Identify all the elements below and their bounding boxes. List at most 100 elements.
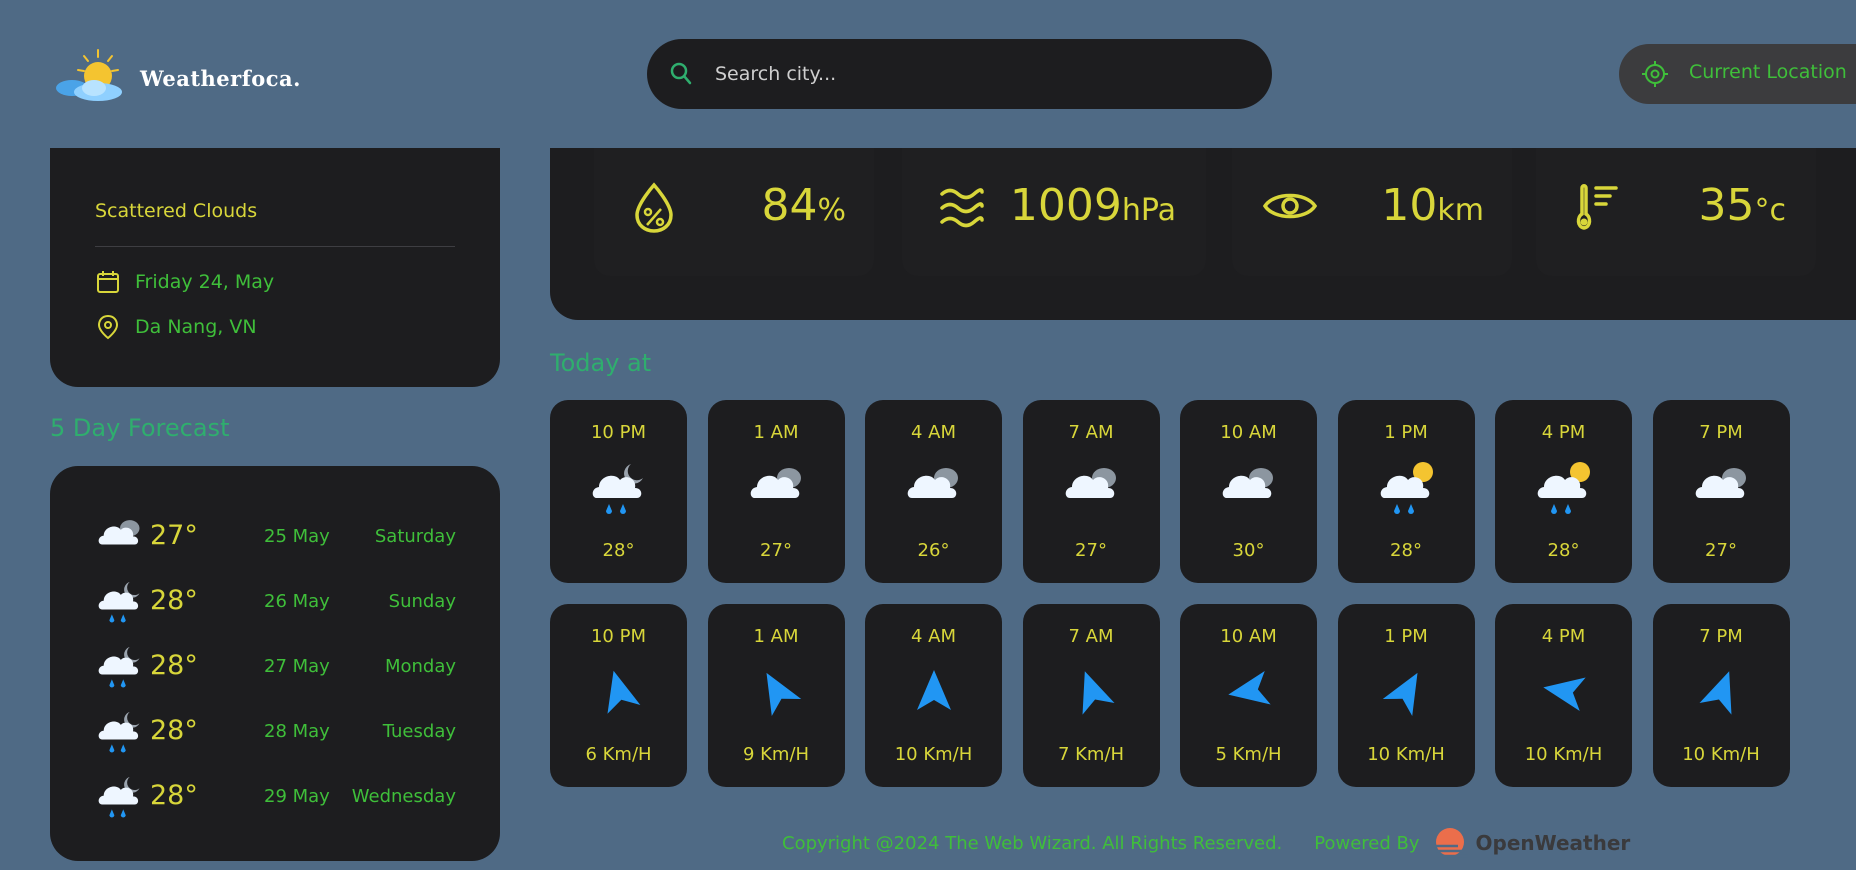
- hour-time: 7 PM: [1699, 626, 1743, 647]
- hour-temp: 27°: [1075, 540, 1107, 561]
- forecast-date: 29 May: [264, 786, 330, 807]
- hourly-wind-card[interactable]: 7 PM 10 Km/H: [1652, 604, 1790, 787]
- hour-time: 7 AM: [1068, 626, 1114, 647]
- hour-time: 1 PM: [1384, 626, 1428, 647]
- feels-like-value: 35°c: [1698, 180, 1787, 231]
- hourly-wind-card[interactable]: 1 AM 9 Km/H: [707, 604, 845, 787]
- eye-icon: [1262, 193, 1318, 219]
- forecast-day: Saturday: [374, 526, 456, 547]
- day-rain-icon: [1380, 462, 1433, 514]
- hour-temp: 28°: [1547, 540, 1580, 561]
- forecast-row: 28° 28 May Tuesday: [94, 707, 456, 757]
- forecast-card: 27° 25 May Saturday 28° 26 May Sunday 28° 27 Ma…: [50, 466, 500, 861]
- cloudy-icon: [1695, 468, 1746, 498]
- hour-temp: 26°: [917, 540, 950, 561]
- humidity-value: 84%: [761, 180, 846, 231]
- hourly-temp-card[interactable]: 10 PM 28°: [550, 400, 687, 583]
- hourly-wind-card[interactable]: 7 AM 7 Km/H: [1022, 604, 1160, 787]
- search-bar[interactable]: [647, 39, 1272, 109]
- hour-time: 1 AM: [753, 626, 799, 647]
- hourly-temp-card[interactable]: 4 AM 26°: [865, 400, 1002, 583]
- hour-temp: 28°: [1390, 540, 1422, 561]
- footer: Copyright @2024 The Web Wizard. All Righ…: [782, 828, 1630, 858]
- hour-time: 4 PM: [1541, 626, 1586, 647]
- forecast-day: Monday: [384, 656, 456, 677]
- hourly-wind-card[interactable]: 10 AM 5 Km/H: [1180, 604, 1317, 787]
- pressure-value: 1009hPa: [1009, 180, 1176, 231]
- wind-direction-icon: [766, 672, 801, 716]
- night-rain-icon: [98, 646, 140, 688]
- hourly-temp-card[interactable]: 7 PM 27°: [1652, 400, 1790, 583]
- wind-direction-icon: [1543, 677, 1586, 712]
- hour-time: 4 AM: [910, 626, 957, 647]
- hour-temp: 30°: [1232, 540, 1265, 561]
- provider-name[interactable]: OpenWeather: [1476, 831, 1631, 855]
- current-location-button[interactable]: Current Location: [1619, 44, 1856, 104]
- night-rain-icon: [98, 776, 140, 818]
- weather-condition: Scattered Clouds: [95, 200, 258, 222]
- forecast-day: Sunday: [388, 591, 456, 612]
- current-weather-card: Scattered Clouds Friday 24, May Da Nang,…: [50, 120, 500, 387]
- hour-time: 10 PM: [590, 422, 646, 443]
- wind-direction-icon: [1228, 670, 1271, 705]
- pressure-waves-icon: [940, 188, 984, 228]
- hourly-temp-card[interactable]: 1 AM 27°: [707, 400, 845, 583]
- thermometer-icon: [1576, 184, 1618, 230]
- hour-time: 10 AM: [1220, 422, 1277, 443]
- sun-cloud-logo-icon: [56, 49, 122, 101]
- wind-speed: 5 Km/H: [1215, 744, 1282, 765]
- day-rain-icon: [1537, 462, 1590, 514]
- highlights-panel: 84% 1009hPa 10km 35°c: [550, 120, 1856, 320]
- openweather-logo-icon[interactable]: [1428, 826, 1472, 860]
- hour-time: 1 AM: [753, 422, 799, 443]
- hourly-wind-card[interactable]: 10 PM 6 Km/H: [550, 604, 687, 787]
- cloudy-icon: [98, 520, 140, 545]
- current-location: Da Nang, VN: [135, 316, 257, 338]
- forecast-row: 28° 27 May Monday: [94, 642, 456, 692]
- wind-speed: 10 Km/H: [894, 744, 973, 765]
- crosshair-icon: [1642, 61, 1668, 87]
- divider: [95, 246, 455, 247]
- wind-direction-icon: [1699, 671, 1731, 715]
- forecast-temp: 27°: [150, 520, 198, 551]
- hourly-wind-card[interactable]: 1 PM 10 Km/H: [1337, 604, 1475, 787]
- night-rain-icon: [98, 581, 140, 623]
- hourly-wind-card[interactable]: 4 AM 10 Km/H: [865, 604, 1002, 787]
- forecast-date: 25 May: [264, 526, 330, 547]
- wind-direction-icon: [1382, 672, 1417, 716]
- logo-text: Weatherfoca.: [140, 66, 301, 91]
- hour-time: 10 PM: [590, 626, 646, 647]
- calendar-icon: [97, 271, 119, 293]
- logo[interactable]: Weatherfoca.: [54, 48, 304, 104]
- wind-speed: 10 Km/H: [1524, 744, 1603, 765]
- hourly-wind-card[interactable]: 4 PM 10 Km/H: [1495, 604, 1632, 787]
- forecast-row: 28° 26 May Sunday: [94, 577, 456, 627]
- hour-time: 4 AM: [910, 422, 957, 443]
- location-row: Da Nang, VN: [95, 312, 257, 342]
- hour-temp: 27°: [1705, 540, 1737, 561]
- hour-temp: 28°: [602, 540, 635, 561]
- current-location-label: Current Location: [1689, 61, 1847, 83]
- hour-time: 1 PM: [1384, 422, 1428, 443]
- search-input[interactable]: [715, 39, 1245, 109]
- forecast-date: 26 May: [264, 591, 330, 612]
- date-row: Friday 24, May: [95, 267, 274, 297]
- forecast-row: 27° 25 May Saturday: [94, 512, 456, 562]
- forecast-title: 5 Day Forecast: [50, 414, 230, 442]
- visibility-value: 10km: [1381, 180, 1484, 231]
- wind-speed: 10 Km/H: [1367, 744, 1445, 765]
- humidity-icon: [635, 182, 673, 233]
- header: Weatherfoca. Current Location: [0, 0, 1856, 148]
- cloudy-icon: [907, 468, 958, 498]
- forecast-temp: 28°: [150, 585, 198, 616]
- wind-speed: 7 Km/H: [1057, 744, 1125, 765]
- map-pin-icon: [97, 314, 119, 340]
- hourly-temp-card[interactable]: 10 AM 30°: [1180, 400, 1317, 583]
- forecast-temp: 28°: [150, 780, 198, 811]
- hourly-temp-card[interactable]: 4 PM 28°: [1495, 400, 1632, 583]
- hourly-temp-card[interactable]: 1 PM 28°: [1337, 400, 1475, 583]
- wind-direction-icon: [1082, 671, 1114, 715]
- wind-speed: 6 Km/H: [585, 744, 652, 765]
- wind-direction-icon: [607, 670, 641, 714]
- hourly-temp-card[interactable]: 7 AM 27°: [1022, 400, 1160, 583]
